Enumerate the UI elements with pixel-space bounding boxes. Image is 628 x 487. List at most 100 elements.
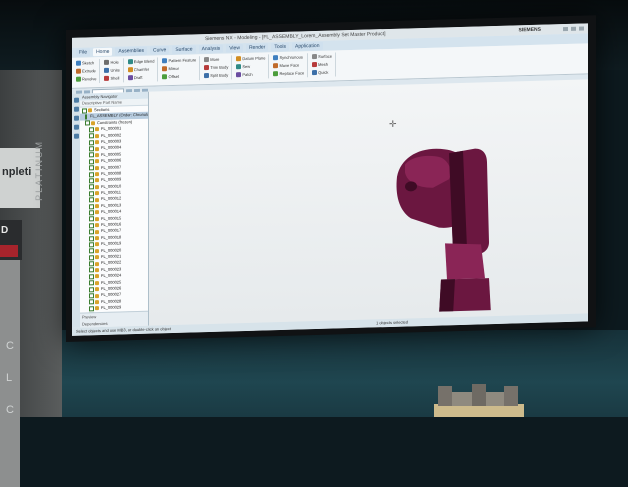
split-body-button[interactable]: Split Body — [204, 71, 228, 79]
visibility-checkbox[interactable] — [89, 235, 94, 241]
resource-bar — [72, 93, 80, 328]
patch-button[interactable]: Patch — [236, 70, 265, 78]
sew-button[interactable]: Sew — [236, 62, 265, 70]
chamfer-button[interactable]: Chamfer — [127, 66, 155, 74]
visibility-checkbox[interactable] — [89, 286, 94, 292]
tab-curve[interactable]: Curve — [149, 46, 170, 55]
minimize-button[interactable] — [563, 26, 568, 32]
synchronous-button[interactable]: Synchronous — [273, 53, 304, 61]
revolve-button[interactable]: Revolve — [76, 75, 96, 83]
visibility-checkbox[interactable] — [89, 190, 94, 197]
tab-assemblies[interactable]: Assemblies — [115, 46, 147, 56]
castle-tower-right — [504, 386, 518, 406]
window-controls — [563, 26, 588, 32]
visibility-checkbox[interactable] — [89, 184, 94, 190]
component-icon — [95, 172, 99, 177]
visibility-checkbox[interactable] — [89, 299, 94, 305]
visibility-checkbox[interactable] — [89, 274, 94, 280]
visibility-checkbox[interactable] — [89, 267, 94, 273]
roles-icon[interactable] — [73, 133, 79, 139]
model-base-edge — [439, 279, 455, 316]
tab-application[interactable]: Application — [292, 41, 323, 51]
offset-button[interactable]: Offset — [162, 72, 196, 80]
visibility-checkbox[interactable] — [89, 216, 94, 222]
visibility-checkbox[interactable] — [89, 139, 94, 145]
visibility-checkbox[interactable] — [82, 108, 87, 114]
ribbon-label: Chamfer — [133, 66, 150, 73]
visibility-checkbox[interactable] — [89, 152, 94, 158]
visibility-checkbox[interactable] — [89, 146, 94, 152]
3d-model-part[interactable] — [396, 147, 491, 317]
tab-file[interactable]: File — [76, 48, 91, 57]
tab-analysis[interactable]: Analysis — [198, 44, 224, 54]
visibility-checkbox[interactable] — [85, 120, 90, 126]
trim-body-button[interactable]: Trim Body — [204, 63, 228, 71]
visibility-checkbox[interactable] — [89, 197, 94, 203]
graphics-viewport[interactable]: ✛ — [149, 79, 588, 326]
visibility-checkbox[interactable] — [89, 178, 94, 184]
mirror-button[interactable]: Mirror — [162, 64, 196, 72]
replace-face-button[interactable]: Replace Face — [273, 69, 304, 77]
datum-plane-button[interactable]: Datum Plane — [236, 54, 265, 62]
tab-render[interactable]: Render — [245, 43, 269, 52]
offset-icon — [162, 74, 168, 80]
mesh-button[interactable]: Mesh — [312, 61, 332, 69]
component-icon — [95, 159, 99, 164]
tab-tools[interactable]: Tools — [271, 42, 290, 52]
workspace: Assembly Navigator Descriptive Part Name… — [72, 79, 588, 328]
visibility-checkbox[interactable] — [89, 248, 94, 254]
visibility-checkbox[interactable] — [89, 229, 94, 235]
tab-surface[interactable]: Surface — [172, 45, 196, 55]
visibility-checkbox[interactable] — [89, 280, 94, 286]
hole-button[interactable]: Hole — [104, 58, 119, 65]
history-icon[interactable] — [73, 124, 79, 130]
more-button[interactable]: More — [204, 55, 228, 63]
reuse-library-icon[interactable] — [73, 115, 79, 121]
draft-button[interactable]: Draft — [127, 74, 155, 82]
mirror-icon — [162, 66, 168, 72]
trim-body-icon — [204, 64, 210, 71]
visibility-checkbox[interactable] — [89, 203, 94, 209]
pattern-feature-button[interactable]: Pattern Feature — [162, 56, 196, 64]
ribbon-group: Sketch Extrude Revolve — [76, 59, 101, 84]
move-face-button[interactable]: Move Face — [273, 61, 304, 69]
close-button[interactable] — [579, 26, 584, 31]
assembly-navigator-icon[interactable] — [73, 97, 79, 103]
maximize-button[interactable] — [571, 26, 576, 31]
visibility-checkbox[interactable] — [89, 159, 94, 165]
component-icon — [91, 121, 95, 126]
visibility-checkbox[interactable] — [89, 210, 94, 216]
component-icon — [95, 274, 99, 279]
extrude-button[interactable]: Extrude — [76, 67, 96, 75]
banner-glyph: C — [6, 404, 14, 416]
component-icon — [95, 191, 99, 196]
castle-model — [434, 384, 524, 417]
ribbon-group: Surface Mesh Quick — [312, 52, 336, 78]
visibility-checkbox[interactable] — [89, 171, 94, 177]
visibility-checkbox[interactable] — [89, 133, 94, 139]
visibility-checkbox[interactable] — [89, 127, 94, 133]
shell-button[interactable]: Shell — [104, 74, 119, 81]
surface-button[interactable]: Surface — [312, 53, 332, 61]
model-canvas — [396, 147, 491, 317]
edge-blend-icon — [127, 59, 133, 65]
tab-home[interactable]: Home — [93, 47, 113, 57]
visibility-checkbox[interactable] — [89, 261, 94, 267]
banner-vertical-text: PLATINUM — [34, 140, 44, 201]
visibility-checkbox[interactable] — [89, 242, 94, 248]
quick-button[interactable]: Quick — [312, 69, 332, 77]
part-navigator-icon[interactable] — [73, 106, 79, 112]
visibility-checkbox[interactable] — [89, 254, 94, 261]
ribbon-group: Datum Plane Sew Patch — [236, 54, 270, 80]
tab-view[interactable]: View — [226, 44, 243, 53]
component-icon — [95, 299, 99, 305]
visibility-checkbox[interactable] — [89, 222, 94, 229]
edge-blend-button[interactable]: Edge Blend — [127, 58, 154, 66]
visibility-checkbox[interactable] — [89, 165, 94, 171]
unite-button[interactable]: Unite — [104, 66, 120, 73]
visibility-checkbox[interactable] — [85, 114, 87, 120]
sketch-button[interactable]: Sketch — [76, 59, 96, 67]
assembly-navigator: Assembly Navigator Descriptive Part Name… — [80, 91, 149, 328]
visibility-checkbox[interactable] — [89, 306, 94, 312]
visibility-checkbox[interactable] — [89, 293, 94, 299]
